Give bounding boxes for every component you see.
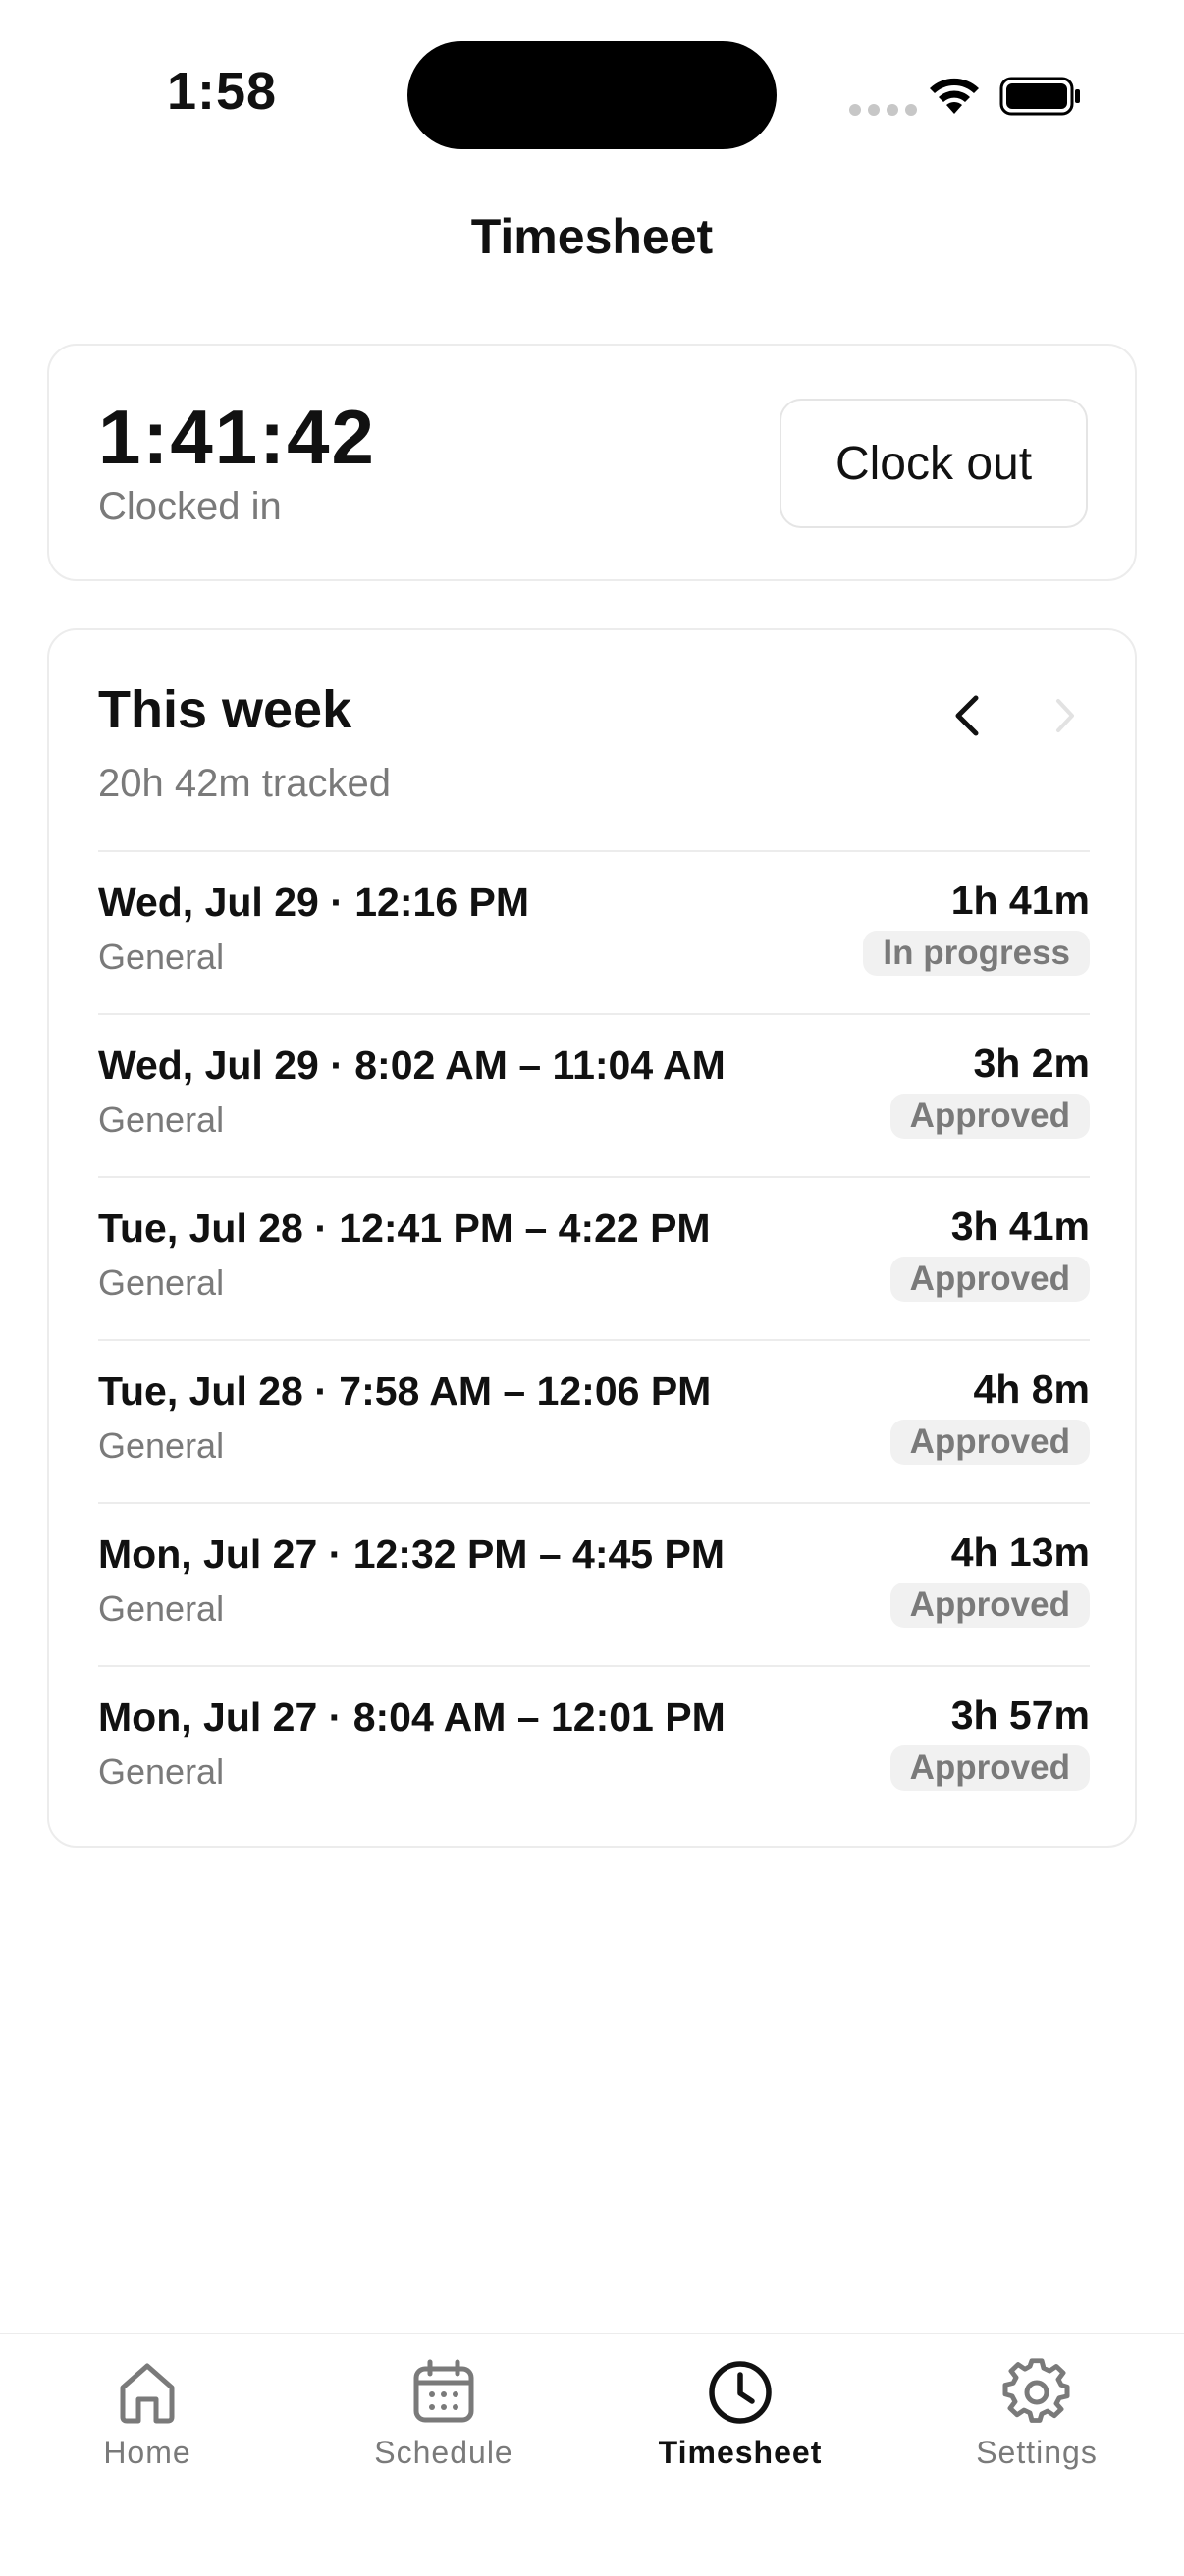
- entry-duration: 3h 57m: [950, 1692, 1090, 1738]
- entry-date-time: Wed, Jul 29 · 8:02 AM – 11:04 AM: [98, 1043, 726, 1088]
- entry-status-badge: Approved: [889, 1094, 1090, 1139]
- entry-category: General: [98, 1751, 225, 1792]
- previous-week-button[interactable]: [933, 681, 1001, 750]
- chevron-left-icon: [955, 695, 979, 736]
- wifi-icon: [930, 78, 979, 114]
- clock-status-card: 1:41:42 Clocked in Clock out: [47, 344, 1137, 581]
- calendar-icon: [413, 2359, 474, 2423]
- week-summary-card: This week 20h 42m tracked Wed, Jul 29 · …: [47, 628, 1137, 1848]
- tab-label: Timesheet: [658, 2435, 823, 2470]
- gear-icon: [1002, 2358, 1070, 2423]
- time-entry-row[interactable]: Mon, Jul 27 · 8:04 AM – 12:01 PM General…: [98, 1665, 1090, 1828]
- elapsed-timer: 1:41:42: [98, 394, 376, 480]
- time-entries-list: Wed, Jul 29 · 12:16 PM General 1h 41m In…: [98, 850, 1090, 1828]
- tab-home[interactable]: Home: [29, 2334, 265, 2531]
- entry-duration: 3h 2m: [973, 1041, 1091, 1086]
- page-title: Timesheet: [470, 209, 714, 264]
- tab-timesheet[interactable]: Timesheet: [622, 2334, 858, 2531]
- next-week-button[interactable]: [1031, 681, 1100, 750]
- tab-label: Schedule: [374, 2435, 513, 2470]
- clock-out-button[interactable]: Clock out: [780, 399, 1088, 528]
- tab-bar: Home Schedule Timesheet Settings: [0, 2333, 1184, 2576]
- entry-duration: 3h 41m: [950, 1204, 1090, 1249]
- entry-duration: 4h 8m: [973, 1367, 1091, 1412]
- tab-label: Home: [103, 2435, 191, 2470]
- tab-label: Settings: [976, 2435, 1098, 2470]
- entry-category: General: [98, 1588, 225, 1629]
- cellular-signal-icon: [849, 104, 917, 116]
- chevron-right-icon: [1056, 699, 1074, 732]
- dynamic-island: [407, 41, 777, 149]
- entry-status-badge: Approved: [889, 1420, 1090, 1465]
- battery-icon: [999, 77, 1080, 116]
- entry-status-badge: In progress: [863, 931, 1090, 976]
- time-entry-row[interactable]: Mon, Jul 27 · 12:32 PM – 4:45 PM General…: [98, 1502, 1090, 1665]
- entry-status-badge: Approved: [889, 1745, 1090, 1791]
- entry-category: General: [98, 1100, 225, 1140]
- time-entry-row[interactable]: Wed, Jul 29 · 12:16 PM General 1h 41m In…: [98, 850, 1090, 1013]
- entry-status-badge: Approved: [889, 1583, 1090, 1628]
- tab-settings[interactable]: Settings: [919, 2334, 1155, 2531]
- entry-date-time: Wed, Jul 29 · 12:16 PM: [98, 880, 530, 925]
- week-title: This week: [98, 680, 352, 739]
- entry-date-time: Tue, Jul 28 · 12:41 PM – 4:22 PM: [98, 1206, 711, 1251]
- entry-duration: 4h 13m: [950, 1530, 1090, 1575]
- clock-icon: [709, 2361, 772, 2424]
- entry-duration: 1h 41m: [950, 878, 1090, 923]
- clock-status-text: Clocked in: [98, 485, 282, 528]
- entry-date-time: Mon, Jul 27 · 12:32 PM – 4:45 PM: [98, 1531, 725, 1577]
- time-entry-row[interactable]: Wed, Jul 29 · 8:02 AM – 11:04 AM General…: [98, 1013, 1090, 1176]
- entry-category: General: [98, 1262, 225, 1303]
- status-time: 1:58: [167, 62, 278, 121]
- entry-status-badge: Approved: [889, 1257, 1090, 1302]
- time-entry-row[interactable]: Tue, Jul 28 · 12:41 PM – 4:22 PM General…: [98, 1176, 1090, 1339]
- home-icon: [120, 2363, 175, 2424]
- status-bar: 1:58: [0, 0, 1184, 177]
- tab-schedule[interactable]: Schedule: [326, 2334, 562, 2531]
- entry-date-time: Mon, Jul 27 · 8:04 AM – 12:01 PM: [98, 1694, 726, 1740]
- entry-date-time: Tue, Jul 28 · 7:58 AM – 12:06 PM: [98, 1368, 712, 1414]
- time-entry-row[interactable]: Tue, Jul 28 · 7:58 AM – 12:06 PM General…: [98, 1339, 1090, 1502]
- entry-category: General: [98, 1425, 225, 1466]
- week-tracked-total: 20h 42m tracked: [98, 762, 391, 805]
- entry-category: General: [98, 937, 225, 977]
